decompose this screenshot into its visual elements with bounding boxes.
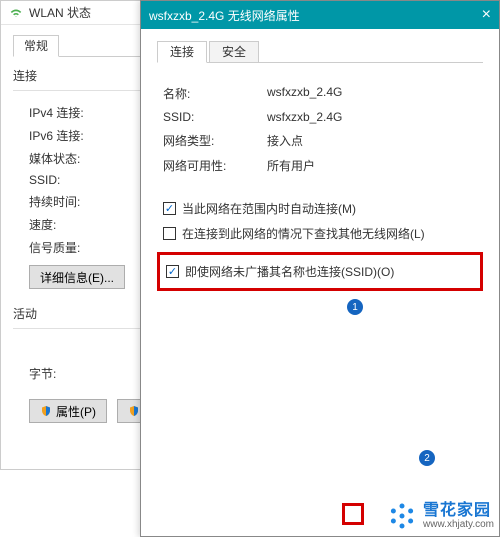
checkbox-icon: ✓ [166, 265, 179, 278]
row-avail: 网络可用性: 所有用户 [157, 153, 483, 178]
value-avail: 所有用户 [267, 157, 483, 174]
row-name: 名称: wsfxzxb_2.4G [157, 81, 483, 106]
wifi-icon [9, 6, 23, 20]
step-badge-1: 1 [347, 299, 363, 315]
snowflake-icon [387, 501, 417, 531]
label-nettype: 网络类型: [157, 132, 267, 149]
value-ssid: wsfxzxb_2.4G [267, 110, 483, 124]
checkbox-icon [163, 227, 176, 240]
value-name: wsfxzxb_2.4G [267, 85, 483, 102]
tab-general[interactable]: 常规 [13, 35, 59, 57]
watermark: 雪花家园 www.xhjaty.com [387, 501, 494, 531]
dialog-tabset: 连接 安全 [157, 41, 483, 63]
label-speed: 速度: [29, 216, 119, 233]
step-badge-2: 2 [419, 450, 435, 466]
row-ssid: SSID: wsfxzxb_2.4G [157, 106, 483, 128]
highlight-square [342, 503, 364, 525]
label-bytes: 字节: [29, 365, 119, 382]
dialog-title-bar: wsfxzxb_2.4G 无线网络属性 × [141, 1, 499, 29]
wireless-properties-dialog: wsfxzxb_2.4G 无线网络属性 × 连接 安全 名称: wsfxzxb_… [140, 0, 500, 537]
label-signal: 信号质量: [29, 239, 119, 256]
watermark-url: www.xhjaty.com [423, 519, 494, 530]
dialog-title-text: wsfxzxb_2.4G 无线网络属性 [149, 7, 482, 24]
tab-security[interactable]: 安全 [209, 41, 259, 63]
row-nettype: 网络类型: 接入点 [157, 128, 483, 153]
label-duration: 持续时间: [29, 193, 119, 210]
label-media: 媒体状态: [29, 150, 119, 167]
checkbox-auto-connect[interactable]: ✓ 当此网络在范围内时自动连接(M) [157, 196, 483, 221]
highlight-frame: ✓ 即使网络未广播其名称也连接(SSID)(O) [157, 252, 483, 291]
label-ssid: SSID: [29, 173, 119, 187]
checkbox-search-networks[interactable]: 在连接到此网络的情况下查找其他无线网络(L) [157, 221, 483, 246]
checkbox-search-label: 在连接到此网络的情况下查找其他无线网络(L) [182, 225, 425, 242]
value-nettype: 接入点 [267, 132, 483, 149]
tab-connection[interactable]: 连接 [157, 41, 207, 63]
label-ipv4: IPv4 连接: [29, 104, 119, 121]
dialog-body: 连接 安全 名称: wsfxzxb_2.4G SSID: wsfxzxb_2.4… [141, 29, 499, 303]
watermark-name: 雪花家园 [423, 502, 494, 520]
details-button[interactable]: 详细信息(E)... [29, 265, 125, 289]
shield-icon [40, 405, 52, 417]
shield-icon [128, 405, 140, 417]
properties-button[interactable]: 属性(P) [29, 399, 107, 423]
label-avail: 网络可用性: [157, 157, 267, 174]
label-ipv6: IPv6 连接: [29, 127, 119, 144]
wlan-title-text: WLAN 状态 [29, 1, 91, 25]
properties-button-label: 属性(P) [56, 403, 96, 420]
checkbox-auto-label: 当此网络在范围内时自动连接(M) [182, 200, 356, 217]
close-icon[interactable]: × [482, 6, 491, 24]
label-ssid: SSID: [157, 110, 267, 124]
checkbox-connect-hidden[interactable]: ✓ 即使网络未广播其名称也连接(SSID)(O) [166, 259, 474, 284]
checkbox-hidden-label: 即使网络未广播其名称也连接(SSID)(O) [185, 263, 394, 280]
label-name: 名称: [157, 85, 267, 102]
checkbox-icon: ✓ [163, 202, 176, 215]
